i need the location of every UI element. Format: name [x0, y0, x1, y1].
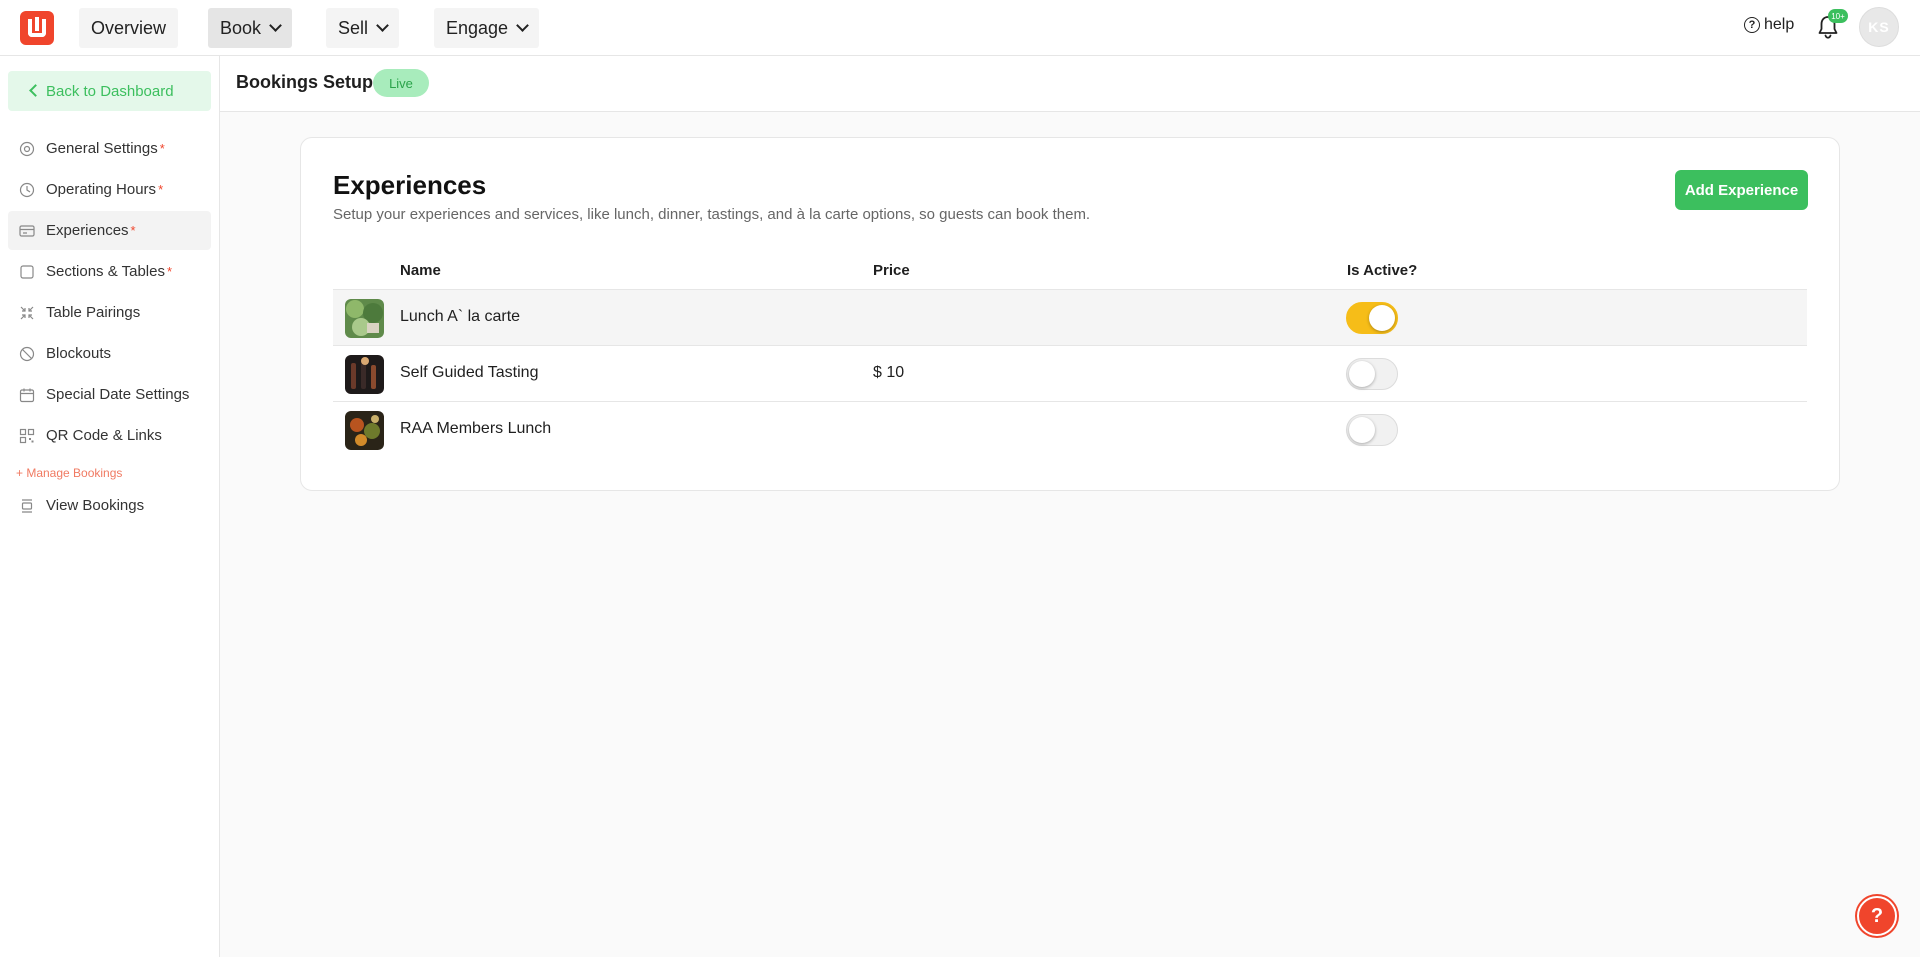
required-marker: * [166, 264, 173, 279]
active-toggle[interactable] [1346, 302, 1398, 334]
required-marker: * [130, 223, 136, 238]
nav-overview[interactable]: Overview [79, 8, 179, 48]
chevron-down-icon [376, 19, 389, 32]
table-row[interactable]: Lunch A` la carte [333, 289, 1807, 345]
column-header-name: Name [400, 262, 441, 279]
chevron-down-icon [269, 19, 282, 32]
sidebar-item-label: QR Code & Links [46, 427, 162, 444]
help-link[interactable]: ? help [1744, 16, 1794, 34]
chevron-down-icon [516, 19, 529, 32]
square-icon [20, 265, 34, 279]
experience-name: Lunch A` la carte [400, 308, 521, 325]
nav-engage-label: Engage [446, 17, 509, 38]
required-marker: * [158, 182, 164, 197]
manage-bookings-label[interactable]: + Manage Bookings [16, 466, 122, 480]
active-toggle[interactable] [1346, 414, 1398, 446]
sidebar-item-label: Table Pairings [46, 304, 141, 321]
help-circle-icon: ? [1744, 17, 1760, 33]
page-title: Bookings Setup [236, 72, 374, 92]
experience-price: $ 10 [873, 364, 905, 381]
top-bar: Overview Book Sell Engage ? help 10+ KS [0, 0, 1920, 56]
qr-icon [19, 428, 35, 444]
notification-badge: 10+ [1828, 9, 1848, 23]
sidebar-item-label: Sections & Tables [46, 263, 165, 280]
sidebar-item-operating-hours[interactable]: Operating Hours * [8, 170, 211, 209]
experiences-card: Experiences Setup your experiences and s… [300, 137, 1840, 491]
sidebar-item-view-bookings[interactable]: View Bookings [8, 486, 211, 525]
nav-sell[interactable]: Sell [326, 8, 400, 48]
table-row[interactable]: Self Guided Tasting $ 10 [333, 345, 1807, 401]
nav-overview-label: Overview [91, 17, 167, 38]
list-icon [21, 499, 33, 513]
sidebar-item-label: View Bookings [46, 497, 145, 514]
sidebar-item-table-pairings[interactable]: Table Pairings [8, 293, 211, 332]
experience-name: Self Guided Tasting [400, 364, 539, 381]
experiences-title: Experiences [333, 170, 487, 200]
app-logo[interactable] [20, 11, 54, 45]
required-marker: * [159, 141, 165, 156]
nav-book-label: Book [220, 17, 262, 38]
sidebar-item-qr-code-links[interactable]: QR Code & Links [8, 416, 211, 455]
ban-icon [19, 346, 35, 362]
sidebar-item-label: Special Date Settings [46, 386, 190, 403]
experience-thumbnail [345, 411, 384, 450]
column-header-price: Price [873, 262, 910, 279]
sidebar-item-label: Blockouts [46, 345, 112, 362]
status-badge: Live [373, 69, 429, 97]
sidebar-item-special-date-settings[interactable]: Special Date Settings [8, 375, 211, 414]
page-header: Bookings Setup Live [220, 56, 1920, 112]
card-icon [19, 225, 35, 237]
nav-sell-label: Sell [338, 17, 369, 38]
sidebar-item-blockouts[interactable]: Blockouts [8, 334, 211, 373]
experiences-description: Setup your experiences and services, lik… [333, 206, 1091, 223]
gear-icon [19, 141, 35, 157]
add-experience-button[interactable]: Add Experience [1675, 170, 1808, 210]
experience-thumbnail [345, 299, 384, 338]
sidebar-item-label: Operating Hours [46, 181, 157, 198]
help-label: help [1764, 16, 1795, 33]
calendar-icon [19, 388, 35, 403]
column-header-active: Is Active? [1347, 262, 1418, 279]
experience-name: RAA Members Lunch [400, 420, 552, 437]
help-fab-button[interactable]: ? [1857, 896, 1897, 936]
back-to-dashboard-button[interactable]: Back to Dashboard [8, 71, 211, 111]
chevron-left-icon [29, 84, 42, 97]
sidebar-item-label: Experiences [46, 222, 129, 239]
clock-icon [19, 182, 35, 198]
avatar[interactable]: KS [1859, 7, 1899, 47]
sidebar-item-sections-tables[interactable]: Sections & Tables * [8, 252, 211, 291]
experience-thumbnail [345, 355, 384, 394]
sidebar-item-label: General Settings [46, 140, 158, 157]
compress-icon [20, 306, 34, 320]
sidebar: Back to Dashboard General Settings * Ope… [0, 56, 220, 957]
sidebar-item-general-settings[interactable]: General Settings * [8, 129, 211, 168]
back-label: Back to Dashboard [46, 82, 174, 100]
sidebar-item-experiences[interactable]: Experiences * [8, 211, 211, 250]
nav-engage[interactable]: Engage [434, 8, 540, 48]
table-row[interactable]: RAA Members Lunch [333, 401, 1807, 457]
active-toggle[interactable] [1346, 358, 1398, 390]
nav-book[interactable]: Book [208, 8, 293, 48]
